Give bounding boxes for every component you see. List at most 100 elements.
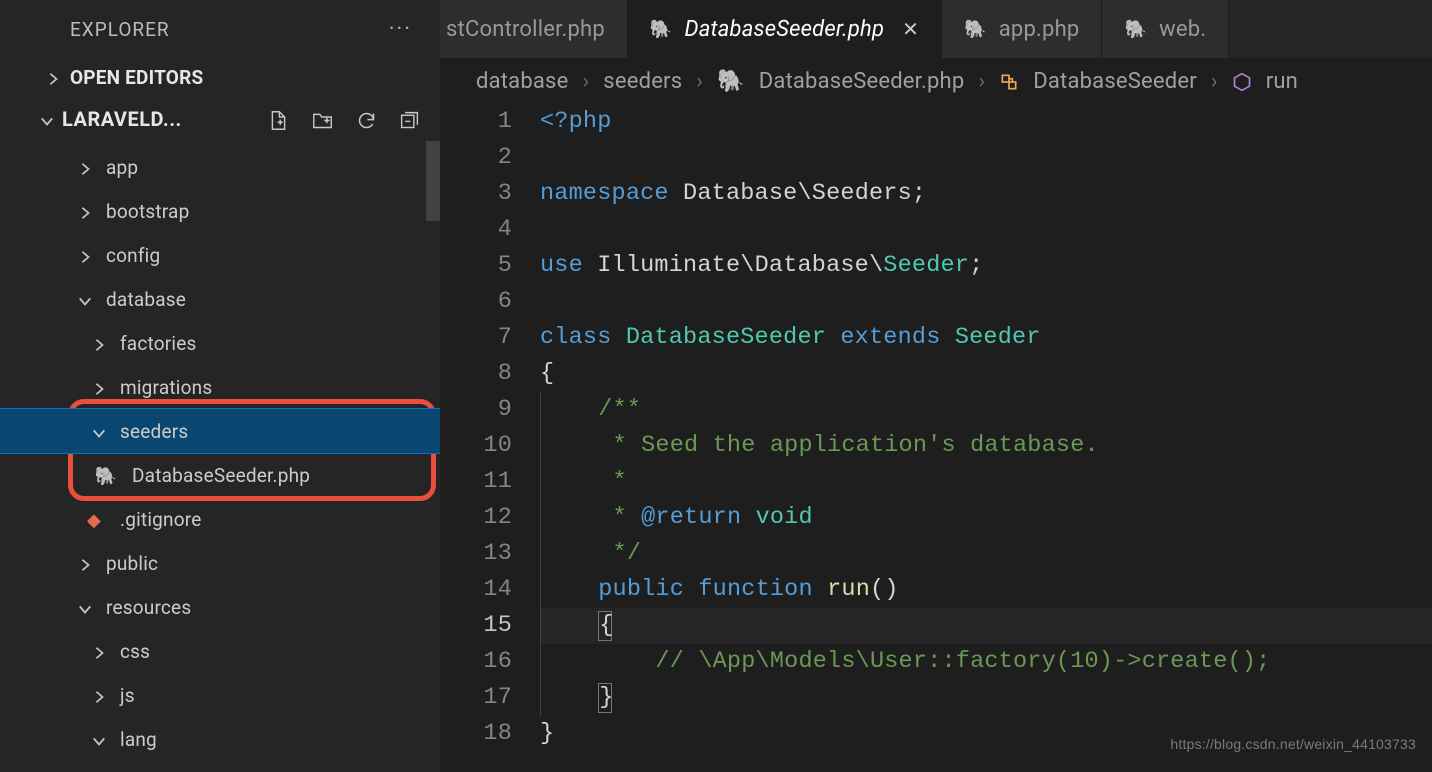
tree-folder-lang[interactable]: lang [0,717,440,761]
code-line[interactable]: { [540,608,1432,644]
code-line[interactable]: public function run() [540,572,1432,608]
code-line[interactable]: * [540,464,1432,500]
breadcrumb-item[interactable]: run [1266,69,1298,94]
tree-item-label: app [106,156,138,179]
workspace-actions [268,107,420,131]
code-line[interactable]: /** [540,392,1432,428]
chevron-right-icon [78,244,92,267]
php-icon: 🐘 [1124,19,1147,40]
line-number: 3 [440,176,512,212]
code-line[interactable]: namespace Database\Seeders; [540,176,1432,212]
tree-folder-config[interactable]: config [0,233,440,277]
chevron-down-icon [92,420,106,443]
git-icon: ◆ [87,510,101,531]
breadcrumb-item[interactable]: seeders [603,69,682,94]
tree-folder-seeders[interactable]: seeders [0,409,440,453]
new-file-icon[interactable] [268,107,289,131]
tab-label: web. [1159,17,1206,42]
line-number: 18 [440,716,512,752]
editor-tab-DatabaseSeeder-php[interactable]: 🐘DatabaseSeeder.php✕ [628,0,942,58]
code-line[interactable]: // \App\Models\User::factory(10)->create… [540,644,1432,680]
editor-tab-app-php[interactable]: 🐘 app.php [942,0,1102,58]
code-content[interactable]: <?php namespace Database\Seeders; use Il… [540,104,1432,772]
tree-folder-public[interactable]: public [0,541,440,585]
method-icon [1232,69,1252,94]
code-line[interactable]: * @return void [540,500,1432,536]
chevron-down-icon [92,728,106,751]
line-number: 10 [440,428,512,464]
line-number: 7 [440,320,512,356]
code-line[interactable] [540,140,1432,176]
tree-folder-css[interactable]: css [0,629,440,673]
tree-item-label: js [120,684,135,707]
tree-item-label: config [106,244,160,267]
code-line[interactable]: class DatabaseSeeder extends Seeder [540,320,1432,356]
php-icon: 🐘 [95,466,118,487]
tree-item-label: bootstrap [106,200,189,223]
tree-folder-factories[interactable]: factories [0,321,440,365]
refresh-icon[interactable] [356,107,377,131]
new-folder-icon[interactable] [311,107,334,131]
code-line[interactable]: */ [540,536,1432,572]
tab-label: app.php [999,17,1080,42]
tree-file-.gitignore[interactable]: ◆ .gitignore [0,497,440,541]
code-line[interactable]: { [540,356,1432,392]
line-number: 14 [440,572,512,608]
explorer-more-icon[interactable]: ··· [389,17,412,42]
editor-tab-web-[interactable]: 🐘 web. [1102,0,1229,58]
tree-item-label: public [106,552,158,575]
line-number: 12 [440,500,512,536]
chevron-down-icon [40,107,54,131]
class-icon [999,69,1019,94]
tree-item-label: .gitignore [120,508,201,531]
php-icon: 🐘 [650,19,673,40]
chevron-down-icon [78,596,92,619]
tree-item-label: DatabaseSeeder.php [132,464,310,487]
code-area[interactable]: 123456789101112131415161718 <?php namesp… [440,104,1432,772]
tree-folder-database[interactable]: database [0,277,440,321]
editor-tab-stController-php[interactable]: stController.php [440,0,628,58]
chevron-right-icon [78,552,92,575]
explorer-sidebar: EXPLORER ··· OPEN EDITORS LARAVELD... [0,0,440,772]
code-line[interactable]: } [540,680,1432,716]
php-icon: 🐘 [717,69,745,94]
breadcrumb-item[interactable]: DatabaseSeeder [1033,69,1197,94]
php-icon: 🐘 [964,19,987,40]
chevron-right-icon [92,332,106,355]
code-line[interactable]: <?php [540,104,1432,140]
breadcrumb-item[interactable]: database [476,69,568,94]
tree-folder-resources[interactable]: resources [0,585,440,629]
chevron-right-icon [78,156,92,179]
tree-file-DatabaseSeeder.php[interactable]: 🐘 DatabaseSeeder.php [0,453,440,497]
editor-tabs: stController.php🐘DatabaseSeeder.php✕🐘app… [440,0,1432,58]
tree-item-label: migrations [120,376,212,399]
tree-folder-bootstrap[interactable]: bootstrap [0,189,440,233]
chevron-right-icon [78,200,92,223]
line-number: 6 [440,284,512,320]
tree-folder-js[interactable]: js [0,673,440,717]
tree-folder-migrations[interactable]: migrations [0,365,440,409]
code-line[interactable] [540,212,1432,248]
collapse-all-icon[interactable] [399,107,420,131]
code-line[interactable]: use Illuminate\Database\Seeder; [540,248,1432,284]
tree-item-label: resources [106,596,191,619]
tree-folder-app[interactable]: app [0,145,440,189]
open-editors-section[interactable]: OPEN EDITORS [0,58,440,97]
line-number: 9 [440,392,512,428]
chevron-down-icon [78,288,92,311]
code-line[interactable] [540,284,1432,320]
chevron-right-icon [92,376,106,399]
code-line[interactable]: * Seed the application's database. [540,428,1432,464]
line-number: 2 [440,140,512,176]
chevron-right-icon [92,684,106,707]
explorer-title: EXPLORER [70,18,170,41]
close-icon[interactable]: ✕ [902,17,919,41]
line-number: 15 [440,608,512,644]
breadcrumbs[interactable]: database›seeders›🐘DatabaseSeeder.php›Dat… [440,58,1432,104]
tree-item-label: factories [120,332,197,355]
chevron-right-icon [92,640,106,663]
line-number: 13 [440,536,512,572]
tab-label: stController.php [446,17,605,42]
workspace-folder-header[interactable]: LARAVELD... [0,97,440,141]
breadcrumb-item[interactable]: DatabaseSeeder.php [759,69,965,94]
